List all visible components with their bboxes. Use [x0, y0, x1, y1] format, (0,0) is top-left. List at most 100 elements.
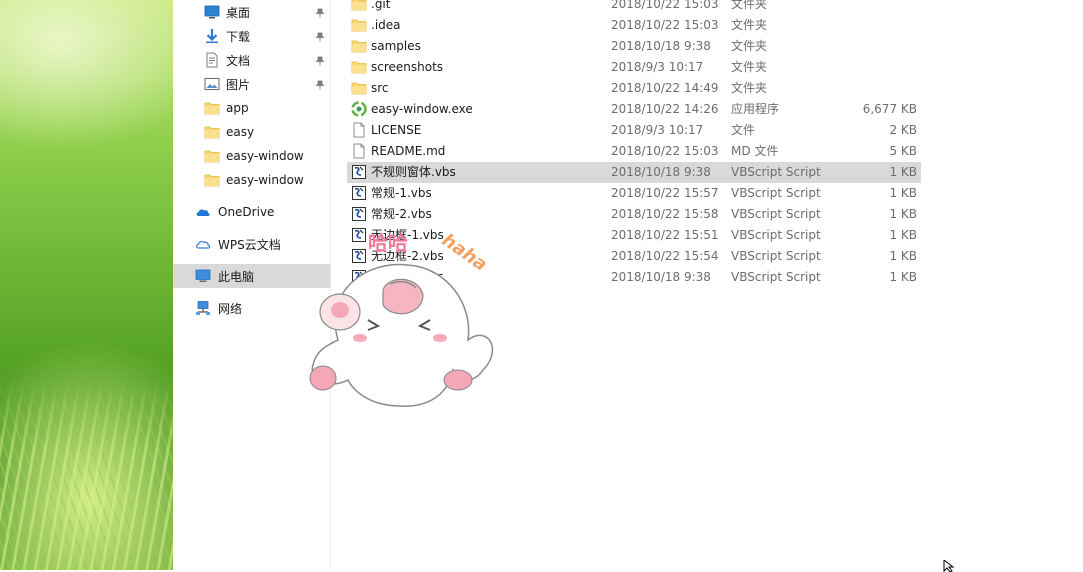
file-type: 文件夹 [731, 0, 768, 11]
file-date-modified: 2018/10/22 14:49 [611, 81, 719, 95]
vbs-icon [351, 164, 367, 180]
file-date-modified: 2018/10/18 9:38 [611, 270, 711, 284]
nav-item[interactable]: 下载 [173, 24, 330, 48]
file-row[interactable]: .idea 2018/10/22 15:03 文件夹 [347, 15, 921, 36]
file-row[interactable]: 常规-1.vbs 2018/10/22 15:57 VBScript Script 1… [347, 183, 921, 204]
file-name: screenshots [371, 60, 444, 74]
file-type: 文件 [731, 123, 756, 137]
wallpaper-grass [0, 380, 173, 570]
file-name: 常规-1.vbs [371, 186, 432, 200]
file-type: VBScript Script [731, 270, 821, 284]
file-type: VBScript Script [731, 249, 821, 263]
mouse-cursor-icon [943, 560, 955, 572]
file-name: easy-window.exe [371, 102, 473, 116]
folder-icon [351, 59, 367, 75]
nav-item-label: 桌面 [226, 5, 251, 20]
file-row[interactable]: samples 2018/10/18 9:38 文件夹 [347, 36, 921, 57]
desktop-icon [204, 4, 220, 20]
cloud-icon [195, 204, 211, 220]
file-type: 文件夹 [731, 18, 768, 32]
file-row[interactable]: src 2018/10/22 14:49 文件夹 [347, 78, 921, 99]
file-type: 应用程序 [731, 102, 780, 116]
folder-icon [204, 100, 220, 116]
file-date-modified: 2018/10/22 15:58 [611, 207, 719, 221]
file-size [831, 0, 917, 15]
file-date-modified: 2018/10/18 9:38 [611, 165, 711, 179]
file-name: LICENSE [371, 123, 422, 137]
nav-item[interactable]: 文档 [173, 48, 330, 72]
nav-item-label: app [226, 101, 249, 115]
file-name: .idea [371, 18, 401, 32]
file-icon [351, 122, 367, 138]
folder-icon [351, 0, 367, 12]
pin-icon [315, 31, 325, 42]
file-date-modified: 2018/9/3 10:17 [611, 60, 704, 74]
nav-item-label: easy-window [226, 149, 304, 163]
file-date-modified: 2018/9/3 10:17 [611, 123, 704, 137]
file-row[interactable]: screenshots 2018/9/3 10:17 文件夹 [347, 57, 921, 78]
file-size [831, 57, 917, 78]
folder-icon [351, 80, 367, 96]
file-size: 1 KB [889, 165, 917, 179]
file-name: README.md [371, 144, 446, 158]
file-size [831, 15, 917, 36]
file-row[interactable]: easy-window.exe 2018/10/22 14:26 应用程序 6,677… [347, 99, 921, 120]
nav-item-label: 网络 [218, 301, 243, 316]
nav-item-label: 图片 [226, 77, 251, 92]
file-size: 1 KB [889, 207, 917, 221]
file-date-modified: 2018/10/22 15:51 [611, 228, 719, 242]
file-name: samples [371, 39, 421, 53]
file-type: VBScript Script [731, 186, 821, 200]
nav-item-label: OneDrive [218, 205, 275, 219]
nav-item[interactable]: 桌面 [173, 0, 330, 24]
file-date-modified: 2018/10/22 15:03 [611, 18, 719, 32]
file-row[interactable]: README.md 2018/10/22 15:03 MD 文件 5 KB [347, 141, 921, 162]
desktop-wallpaper [0, 0, 173, 570]
nav-item[interactable]: 图片 [173, 72, 330, 96]
file-type: VBScript Script [731, 228, 821, 242]
nav-item-label: WPS云文档 [218, 237, 281, 252]
download-arrow-icon [204, 28, 220, 44]
folder-icon [351, 17, 367, 33]
file-size [831, 78, 917, 99]
vbs-icon [351, 185, 367, 201]
file-type: 文件夹 [731, 60, 768, 74]
network-icon [195, 300, 211, 316]
file-date-modified: 2018/10/22 15:54 [611, 249, 719, 263]
sticker-text-en: haha [438, 230, 491, 276]
nav-item[interactable]: app [173, 96, 330, 120]
file-size [831, 36, 917, 57]
file-row[interactable]: LICENSE 2018/9/3 10:17 文件 2 KB [347, 120, 921, 141]
folder-icon [204, 124, 220, 140]
nav-item[interactable]: easy-window [173, 144, 330, 168]
pin-icon [315, 7, 325, 18]
file-date-modified: 2018/10/22 15:03 [611, 0, 719, 11]
file-type: 文件夹 [731, 81, 768, 95]
pin-icon [315, 55, 325, 66]
haha-sticker: 哈哈 haha [298, 220, 498, 415]
nav-item-label: easy [226, 125, 255, 139]
file-name: 不规则窗体.vbs [371, 165, 456, 179]
computer-icon [195, 268, 211, 284]
file-date-modified: 2018/10/22 15:03 [611, 144, 719, 158]
file-size: 1 KB [889, 249, 917, 263]
file-type: VBScript Script [731, 207, 821, 221]
file-date-modified: 2018/10/22 15:57 [611, 186, 719, 200]
file-size: 1 KB [889, 186, 917, 200]
sticker-text-cn: 哈哈 [368, 231, 408, 255]
file-type: MD 文件 [731, 144, 779, 158]
nav-item[interactable]: easy [173, 120, 330, 144]
file-row[interactable]: .git 2018/10/22 15:03 文件夹 [347, 0, 921, 15]
folder-icon [204, 148, 220, 164]
file-row[interactable]: 不规则窗体.vbs 2018/10/18 9:38 VBScript Script 1… [347, 162, 921, 183]
file-size: 5 KB [889, 144, 917, 158]
file-size: 1 KB [889, 228, 917, 242]
file-size: 2 KB [889, 123, 917, 137]
nav-item[interactable]: easy-window [173, 168, 330, 192]
laughing-cat-sticker-icon: 哈哈 haha [309, 230, 494, 407]
file-size: 6,677 KB [862, 102, 917, 116]
document-icon [204, 52, 220, 68]
nav-item-label: 文档 [226, 53, 251, 68]
nav-item-label: 此电脑 [218, 269, 255, 284]
wps-cloud-icon [195, 236, 211, 252]
